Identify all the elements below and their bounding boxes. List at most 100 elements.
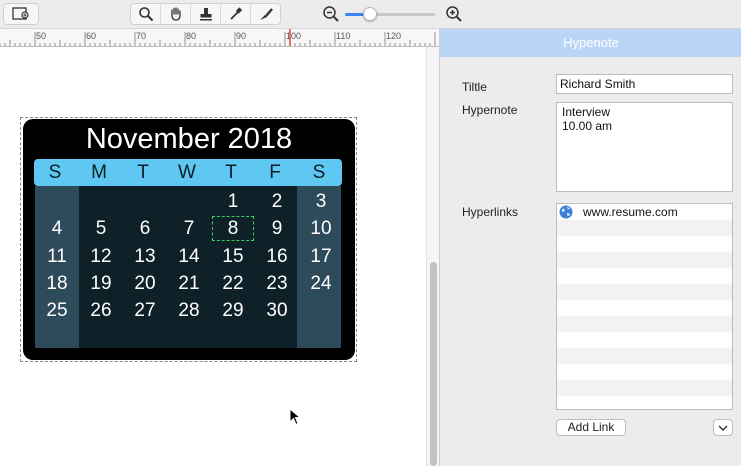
panel-header: Hypenote xyxy=(440,29,741,57)
stamp-icon xyxy=(199,8,212,21)
calendar-day[interactable]: 23 xyxy=(255,270,299,297)
weekday-label: S xyxy=(312,162,326,183)
note-line: Interview xyxy=(562,105,611,119)
title-field[interactable]: Richard Smith xyxy=(556,74,733,94)
list-row-empty xyxy=(557,364,732,380)
ruler-label: 100 xyxy=(286,31,302,41)
calendar-day[interactable]: 19 xyxy=(79,270,123,297)
list-row-empty xyxy=(557,300,732,316)
weekday-label: T xyxy=(225,162,237,183)
calendar-day[interactable]: 30 xyxy=(255,297,299,324)
zoom-out-button[interactable] xyxy=(320,3,342,25)
zoom-in-button[interactable] xyxy=(443,3,465,25)
weekday-label: W xyxy=(178,162,196,183)
inspector-panel: Hypenote Tiltle Richard Smith Hypernote … xyxy=(439,29,741,466)
calendar-day[interactable]: 10 xyxy=(299,215,343,242)
list-row-empty xyxy=(557,268,732,284)
links-menu-button[interactable] xyxy=(713,419,733,436)
zoom-in-icon xyxy=(446,6,462,22)
calendar-day[interactable]: 12 xyxy=(79,243,123,270)
brush-icon xyxy=(259,8,273,20)
link-text: www.resume.com xyxy=(583,205,678,219)
list-row-empty xyxy=(557,236,732,252)
calendar-day[interactable]: 26 xyxy=(79,297,123,324)
frame-icon xyxy=(12,7,29,20)
calendar-day[interactable]: 24 xyxy=(299,270,343,297)
toolbar xyxy=(0,0,741,29)
eyedropper-tool-button[interactable] xyxy=(221,4,251,24)
scrollbar-thumb[interactable] xyxy=(430,262,437,466)
calendar-day[interactable]: 11 xyxy=(35,243,79,270)
calendar-day[interactable]: 20 xyxy=(123,270,167,297)
calendar-day[interactable]: 16 xyxy=(255,243,299,270)
calendar-day[interactable]: 3 xyxy=(299,188,343,215)
ruler-label: 120 xyxy=(386,31,402,41)
list-row-empty xyxy=(557,252,732,268)
list-row-empty xyxy=(557,348,732,364)
list-row-empty xyxy=(557,380,732,396)
eyedropper-icon xyxy=(229,7,242,20)
ruler-label: 80 xyxy=(186,31,197,41)
calendar-day[interactable]: 27 xyxy=(123,297,167,324)
hand-icon xyxy=(170,7,181,21)
add-link-button[interactable]: Add Link xyxy=(556,419,626,436)
zoom-icon xyxy=(138,7,153,22)
list-row-empty xyxy=(557,332,732,348)
calendar-day[interactable]: 5 xyxy=(79,215,123,242)
globe-icon xyxy=(559,205,573,219)
zoom-slider-knob[interactable] xyxy=(363,7,378,21)
ruler-label: 70 xyxy=(136,31,147,41)
calendar-day[interactable]: 7 xyxy=(167,215,211,242)
title-label: Tiltle xyxy=(462,80,487,94)
tool-group xyxy=(130,3,281,25)
calendar-widget[interactable]: November 2018 SMTWTFS 1 2 3 4 5 6 7 8 9 10 11 12 13 1… xyxy=(23,119,355,360)
zoom-out-icon xyxy=(323,6,339,22)
brush-tool-button[interactable] xyxy=(251,4,280,24)
calendar-day[interactable]: 13 xyxy=(123,243,167,270)
calendar-day[interactable]: 21 xyxy=(167,270,211,297)
calendar-day[interactable]: 4 xyxy=(35,215,79,242)
calendar-title: November 2018 xyxy=(85,123,293,155)
ruler-label: 110 xyxy=(336,31,351,41)
ruler-label: 60 xyxy=(86,31,97,41)
ruler-label: 90 xyxy=(236,31,247,41)
list-item[interactable]: www.resume.com xyxy=(557,204,732,220)
zoom-tool-button[interactable] xyxy=(131,4,161,24)
calendar-day[interactable]: 28 xyxy=(167,297,211,324)
weekday-label: S xyxy=(48,162,62,183)
calendar-day[interactable]: 22 xyxy=(211,270,255,297)
calendar-day[interactable]: 6 xyxy=(123,215,167,242)
hypernote-label: Hypernote xyxy=(462,103,518,117)
weekday-header: SMTWTFS xyxy=(34,159,342,186)
list-row-empty xyxy=(557,220,732,236)
calendar-day[interactable]: 18 xyxy=(35,270,79,297)
mouse-cursor-icon xyxy=(289,408,301,426)
chevron-down-icon xyxy=(718,425,728,431)
calendar-day[interactable]: 29 xyxy=(211,297,255,324)
hyperlinks-list[interactable]: www.resume.com xyxy=(556,203,733,410)
calendar-day[interactable]: 9 xyxy=(255,215,299,242)
calendar-day[interactable]: 15 xyxy=(211,243,255,270)
calendar-day[interactable]: 2 xyxy=(255,188,299,215)
hand-tool-button[interactable] xyxy=(161,4,191,24)
vertical-scrollbar[interactable] xyxy=(426,47,439,466)
horizontal-ruler: 50 60 70 80 90 100 110 120 xyxy=(0,29,439,47)
ruler-ticks xyxy=(0,29,436,46)
hypernote-textarea[interactable]: Interview 10.00 am xyxy=(556,102,733,192)
stamp-tool-button[interactable] xyxy=(191,4,221,24)
calendar-day[interactable]: 25 xyxy=(35,297,79,324)
weekday-label: T xyxy=(137,162,149,183)
calendar-day-highlighted[interactable]: 8 xyxy=(211,215,255,242)
zoom-slider[interactable] xyxy=(345,13,435,16)
calendar-day[interactable]: 17 xyxy=(299,243,343,270)
list-row-empty xyxy=(557,284,732,300)
ruler-label: 50 xyxy=(36,31,47,41)
calendar-day[interactable]: 1 xyxy=(211,188,255,215)
calendar-day[interactable]: 14 xyxy=(167,243,211,270)
hyperlinks-label: Hyperlinks xyxy=(462,205,519,219)
list-row-empty xyxy=(557,396,732,409)
weekday-label: M xyxy=(91,162,107,183)
frame-tool-button[interactable] xyxy=(3,3,39,25)
list-row-empty xyxy=(557,316,732,332)
note-line: 10.00 am xyxy=(562,119,613,133)
